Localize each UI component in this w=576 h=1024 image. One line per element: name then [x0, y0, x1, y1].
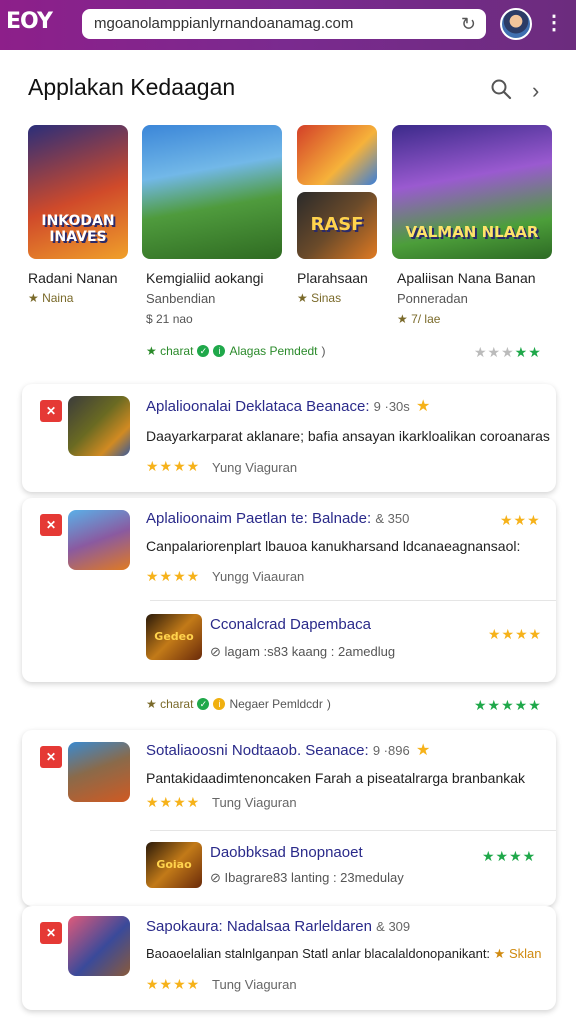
rating-stars: ★★★★★ [474, 344, 542, 360]
star-icon: ★ [416, 398, 431, 415]
meta-right-text[interactable]: Negaer Pemldcdr [229, 697, 322, 711]
check-icon: ✓ [197, 345, 210, 357]
app-icon[interactable] [68, 916, 130, 976]
sub-app-rating: ★★★★ [488, 626, 543, 642]
sub-app-icon[interactable]: Goiao [146, 842, 202, 888]
featured-thumb-4[interactable]: VALMAN NLAAR [392, 125, 552, 259]
browser-logo[interactable]: EOY [6, 9, 53, 34]
sub-app-title[interactable]: Cconalcrad Dapembaca [210, 616, 371, 633]
app-card-3[interactable]: ✕ Sotaliaoosni Nodtaaob. Seanace: 9 ·896… [22, 730, 556, 906]
app-title[interactable]: Sotaliaoosni Nodtaaob. Seanace: 9 ·896 [146, 742, 410, 759]
ad-badge-icon: ✕ [40, 514, 62, 536]
info-icon: i [213, 698, 226, 710]
app-icon[interactable] [68, 510, 130, 570]
app-category: Yung Viaguran [212, 460, 298, 475]
featured-rating-3: ★ Sinas [297, 291, 342, 305]
meta-chevron: ) [326, 697, 331, 711]
ad-badge-icon: ✕ [40, 400, 62, 422]
sub-app-meta: ⊘ Ibagrare83 lanting : 23medulay [210, 870, 404, 885]
url-text: mgoanolamppianlyrnandoanamag.com [94, 15, 354, 32]
featured-name-4[interactable]: Apaliisan Nana Banan [397, 270, 536, 286]
app-title[interactable]: Sapokaura: Nadalsaa Rarleldaren & 309 [146, 918, 410, 935]
sub-app-title[interactable]: Daobbksad Bnopnaoet [210, 844, 363, 861]
app-card-2[interactable]: ✕ Aplalioonaim Paetlan te: Balnade: & 35… [22, 498, 556, 682]
info-icon: i [213, 345, 226, 357]
thumb-art-text: VALMAN NLAAR [405, 223, 539, 241]
app-rating: ★★★★ [146, 794, 201, 810]
app-category: Tung Viaguran [212, 977, 297, 992]
search-icon[interactable] [490, 78, 512, 100]
featured-sub-2: Sanbendian [146, 291, 216, 306]
chevron-right-icon[interactable]: › [532, 78, 539, 104]
featured-thumb-1[interactable]: INKODAN INAVES [28, 125, 128, 259]
app-card-4[interactable]: ✕ Sapokaura: Nadalsaa Rarleldaren & 309 … [22, 906, 556, 1010]
app-desc: Daayarkarparat aklanare; bafia ansayan i… [146, 428, 550, 444]
app-title[interactable]: Aplalioonalai Deklataca Beanace: 9 ·30s [146, 398, 410, 415]
sub-app-rating: ★★★★ [482, 848, 537, 864]
featured-sub-4: Ponneradan [397, 291, 468, 306]
meta-row: ★ charat ✓ i Alagas Pemdedt ) [146, 344, 326, 358]
rating-stars: ★★★★★ [474, 697, 542, 713]
app-desc: Pantakidaadimtenoncaken Farah a piseatal… [146, 770, 526, 786]
app-category: Tung Viaguran [212, 795, 297, 810]
featured-rating-1: ★ Naina [28, 291, 74, 305]
ad-badge-icon: ✕ [40, 922, 62, 944]
thumb-art-text: RASF [310, 214, 364, 235]
divider [150, 830, 556, 831]
clock-icon: ⊘ [210, 644, 221, 659]
section-title: Applakan Kedaagan [28, 74, 236, 100]
app-rating: ★★★★ [146, 976, 201, 992]
star-icon: ★ [416, 742, 431, 759]
check-icon: ✓ [197, 698, 210, 710]
thumb-art-text: INKODAN INAVES [41, 213, 115, 245]
featured-thumb-2[interactable] [142, 125, 282, 259]
featured-thumb-3a[interactable] [297, 125, 377, 185]
app-desc: Baoaoelalian stalnlganpan Statl anlar bl… [146, 946, 542, 961]
kebab-menu-icon[interactable]: ⋮ [544, 10, 564, 35]
featured-name-2[interactable]: Kemgialiid aokangi [146, 270, 264, 286]
featured-rating-2: $ 21 nao [146, 312, 193, 326]
app-icon[interactable] [68, 742, 130, 802]
side-rating: ★★★ [500, 512, 541, 528]
divider [150, 600, 556, 601]
app-rating: ★★★★ [146, 568, 201, 584]
meta-left-text: ★ charat [146, 344, 194, 358]
ad-badge-icon: ✕ [40, 746, 62, 768]
sub-app-icon[interactable]: Gedeo [146, 614, 202, 660]
featured-name-1[interactable]: Radani Nanan [28, 270, 118, 286]
address-bar[interactable]: mgoanolamppianlyrnandoanamag.com ↻ [82, 9, 486, 39]
app-icon[interactable] [68, 396, 130, 456]
app-desc: Canpalariorenplart lbauoa kanukharsand l… [146, 538, 521, 554]
clock-icon: ⊘ [210, 870, 221, 885]
meta-left-text: ★ charat [146, 697, 194, 711]
meta-chevron: ) [321, 344, 326, 358]
app-category: Yungg Viaauran [212, 569, 305, 584]
featured-name-3[interactable]: Plarahsaan [297, 270, 368, 286]
meta-right-text[interactable]: Alagas Pemdedt [229, 344, 317, 358]
app-card-1[interactable]: ✕ Aplalioonalai Deklataca Beanace: 9 ·30… [22, 384, 556, 492]
sub-app-meta: ⊘ lagam :s83 kaang : 2amedlug [210, 644, 396, 659]
meta-row-2: ★ charat ✓ i Negaer Pemldcdr ) [146, 697, 331, 711]
reload-icon[interactable]: ↻ [461, 14, 476, 35]
featured-rating-4: ★ 7/ lae [397, 312, 441, 326]
avatar[interactable] [500, 8, 532, 40]
featured-thumb-3b[interactable]: RASF [297, 192, 377, 259]
app-rating: ★★★★ [146, 458, 201, 474]
browser-toolbar: EOY mgoanolamppianlyrnandoanamag.com ↻ ⋮ [0, 0, 576, 50]
app-title[interactable]: Aplalioonaim Paetlan te: Balnade: & 350 [146, 510, 409, 527]
